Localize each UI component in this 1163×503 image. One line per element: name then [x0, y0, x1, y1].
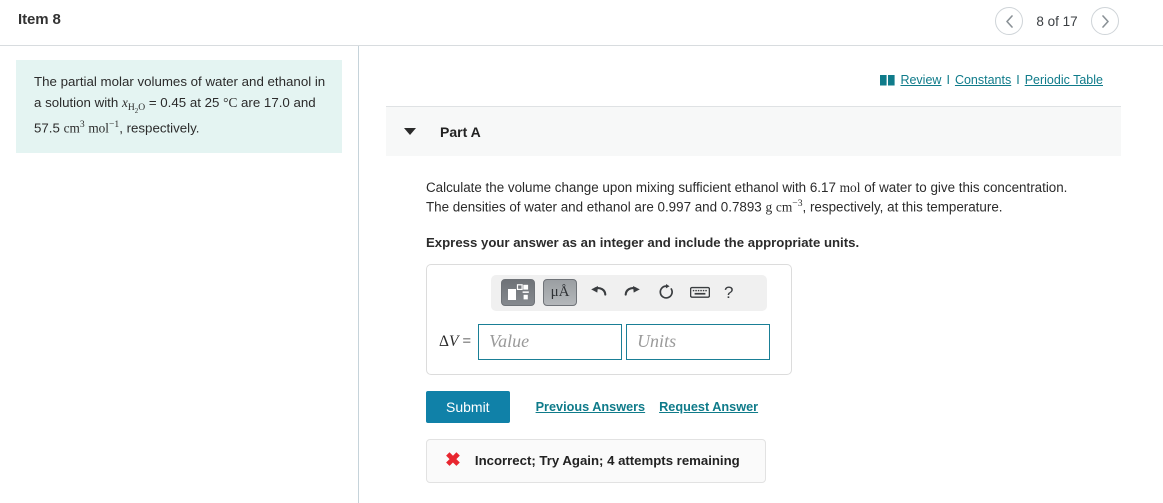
undo-arrow-icon[interactable]	[585, 280, 611, 306]
answer-input-row: ΔV =	[439, 323, 779, 360]
math-help-button[interactable]: ?	[721, 283, 736, 303]
question-text-part3: , respectively, at this temperature.	[802, 199, 1003, 215]
statement-text-tail: , respectively.	[119, 120, 200, 136]
math-template-icon[interactable]	[501, 279, 535, 307]
question-unit-g: g	[765, 199, 773, 215]
next-item-button[interactable]	[1091, 7, 1119, 35]
delta-symbol: Δ	[439, 332, 449, 350]
units-template-icon[interactable]: μÅ	[543, 279, 577, 307]
caret-down-icon[interactable]	[404, 128, 416, 135]
resource-links: Review I Constants I Periodic Table	[880, 73, 1103, 87]
statement-value-2: 57.5	[34, 120, 64, 136]
previous-answers-link[interactable]: Previous Answers	[536, 400, 646, 414]
statement-variable-sub-h: H	[127, 102, 135, 114]
question-pane: Review I Constants I Periodic Table Part…	[360, 46, 1163, 503]
pager: 8 of 17	[995, 7, 1119, 35]
submit-row: Submit Previous Answers Request Answer	[426, 390, 1121, 423]
keyboard-icon[interactable]	[687, 280, 713, 306]
math-toolbar: μÅ ?	[491, 274, 767, 311]
review-link[interactable]: Review	[900, 73, 941, 87]
question-text-part1: Calculate the volume change upon mixing …	[426, 180, 840, 195]
variable-v: V	[448, 332, 459, 350]
problem-statement: The partial molar volumes of water and e…	[16, 60, 342, 153]
statement-text-part2: = 0.45 at 25	[145, 94, 224, 110]
chevron-left-icon	[1005, 14, 1013, 28]
redo-arrow-icon[interactable]	[619, 280, 645, 306]
question-unit-exponent: −3	[792, 198, 803, 210]
feedback-banner: ✖ Incorrect; Try Again; 4 attempts remai…	[426, 438, 766, 483]
link-separator-2: I	[1016, 73, 1020, 87]
periodic-table-link[interactable]: Periodic Table	[1025, 73, 1103, 87]
part-a-header[interactable]: Part A	[386, 106, 1121, 156]
request-answer-link[interactable]: Request Answer	[659, 400, 758, 414]
answer-instruction: Express your answer as an integer and in…	[426, 234, 860, 250]
statement-text-part3: are 17.0 and	[237, 94, 316, 110]
pager-label: 8 of 17	[1036, 13, 1078, 29]
question-text: Calculate the volume change upon mixing …	[426, 178, 1092, 217]
book-icon	[880, 74, 896, 86]
statement-unit-mol-exponent: −1	[109, 118, 120, 130]
top-bar: Item 8 8 of 17	[0, 0, 1163, 46]
page-title: Item 8	[18, 11, 61, 28]
statement-unit-cm-exponent: 3	[79, 118, 85, 130]
main-content: The partial molar volumes of water and e…	[0, 46, 1163, 503]
question-unit-mol: mol	[839, 180, 861, 195]
red-x-icon: ✖	[445, 450, 461, 472]
part-a-body: Calculate the volume change upon mixing …	[386, 156, 1121, 483]
part-a-panel: Part A Calculate the volume change upon …	[386, 106, 1121, 483]
statement-unit-mol: mol	[88, 120, 109, 136]
statement-celsius: C	[228, 94, 238, 110]
problem-statement-pane: The partial molar volumes of water and e…	[0, 46, 359, 503]
statement-unit-cm: cm	[63, 120, 80, 136]
equals-symbol: =	[462, 332, 472, 350]
constants-link[interactable]: Constants	[955, 73, 1011, 87]
answer-entry-box: μÅ ? ΔV = Value Units	[426, 263, 792, 375]
submit-button[interactable]: Submit	[426, 390, 510, 423]
part-a-label: Part A	[440, 123, 481, 140]
answer-value-input[interactable]	[478, 323, 623, 360]
answer-variable-label: ΔV =	[439, 333, 471, 351]
link-separator-1: I	[946, 73, 950, 87]
chevron-right-icon	[1101, 14, 1109, 28]
feedback-message: Incorrect; Try Again; 4 attempts remaini…	[474, 453, 740, 469]
question-unit-cm: cm	[775, 199, 793, 215]
reset-circle-icon[interactable]	[653, 280, 679, 306]
answer-units-input[interactable]	[626, 323, 771, 360]
previous-item-button[interactable]	[995, 7, 1023, 35]
